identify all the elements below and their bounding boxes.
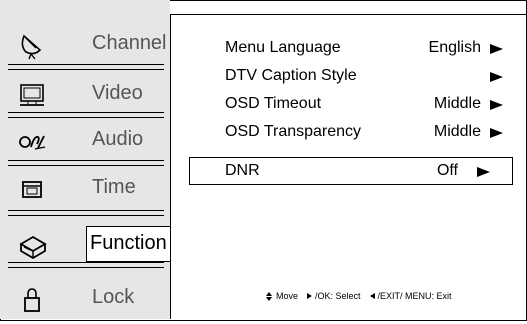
sidebar: Channel Video Audio Time Function Lock <box>0 0 178 319</box>
play-arrow-icon <box>307 293 313 299</box>
menu-row-osd-timeout[interactable]: OSD Timeout Middle <box>225 91 515 119</box>
menu-row-dtv-caption-style[interactable]: DTV Caption Style <box>225 63 515 91</box>
arrow-right-icon <box>477 167 490 177</box>
navigation-hint: Move /OK: Select /EXIT/ MENU: Exit <box>266 291 452 301</box>
menu-row-dnr[interactable]: DNR Off <box>189 157 513 185</box>
divider <box>8 262 164 268</box>
footer-area <box>170 239 526 319</box>
sidebar-item-label: Lock <box>92 286 135 308</box>
audio-icon <box>18 128 46 156</box>
back-arrow-icon <box>369 293 375 299</box>
arrow-right-icon <box>490 44 503 54</box>
sidebar-item-lock[interactable]: Lock <box>0 278 170 324</box>
sidebar-item-label: Time <box>92 176 136 198</box>
sidebar-item-label: Audio <box>92 128 144 150</box>
hint-exit: /EXIT/ MENU: Exit <box>377 291 452 301</box>
satellite-dish-icon <box>18 32 46 60</box>
sidebar-item-time[interactable]: Time <box>0 168 170 214</box>
row-label: Menu Language <box>225 39 341 56</box>
divider <box>8 160 164 166</box>
box-icon <box>18 232 47 260</box>
row-value: English <box>428 39 481 56</box>
divider <box>8 64 164 70</box>
settings-panel: Menu Language English DTV Caption Style … <box>170 14 526 240</box>
monitor-icon <box>18 82 46 110</box>
sidebar-item-label: Video <box>92 82 143 104</box>
row-label: DNR <box>225 162 260 179</box>
arrow-right-icon <box>490 100 503 110</box>
row-label: OSD Transparency <box>225 123 362 140</box>
calendar-icon <box>18 176 46 204</box>
up-down-arrow-icon <box>266 291 272 301</box>
divider <box>8 112 164 118</box>
row-label: OSD Timeout <box>225 95 322 112</box>
row-value: Middle <box>433 123 481 140</box>
hint-move: Move <box>276 291 299 301</box>
hint-ok-select: /OK: Select <box>315 291 361 301</box>
row-value: Middle <box>433 95 481 112</box>
arrow-right-icon <box>490 72 503 82</box>
divider <box>8 210 164 216</box>
row-value: Off <box>436 162 458 179</box>
menu-row-osd-transparency[interactable]: OSD Transparency Middle <box>225 119 515 147</box>
sidebar-item-label: Function <box>90 232 167 254</box>
padlock-icon <box>18 286 46 314</box>
menu-row-menu-language[interactable]: Menu Language English <box>225 35 515 63</box>
row-label: DTV Caption Style <box>225 67 357 84</box>
arrow-right-icon <box>490 128 503 138</box>
sidebar-item-label: Channel <box>92 32 167 54</box>
